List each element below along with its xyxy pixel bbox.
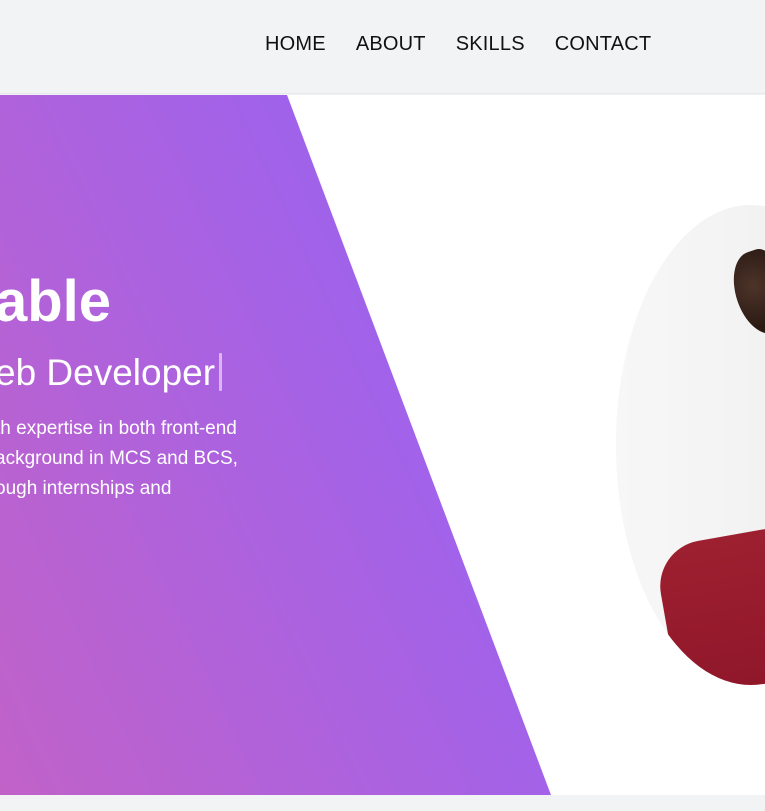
hero-copy: able eb Developer th expertise in both f… bbox=[0, 95, 520, 795]
nav-home-link[interactable]: HOME bbox=[265, 33, 326, 56]
profile-photo bbox=[616, 205, 765, 685]
hero-description: th expertise in both front-end ackground… bbox=[0, 414, 265, 504]
typing-cursor bbox=[219, 353, 223, 391]
hero-description-line: ackground in MCS and BCS, bbox=[0, 448, 238, 469]
hero-role-text: eb Developer bbox=[0, 351, 216, 393]
hero-description-line: th expertise in both front-end bbox=[0, 418, 237, 439]
hero-description-line: ough internships and bbox=[0, 478, 172, 499]
hero-role: eb Developer bbox=[0, 351, 223, 393]
nav-about-link[interactable]: ABOUT bbox=[356, 33, 426, 56]
top-navigation: HOME ABOUT SKILLS CONTACT bbox=[0, 0, 765, 94]
hero-name: able bbox=[0, 269, 112, 334]
page-bottom-strip bbox=[0, 795, 765, 811]
nav-contact-link[interactable]: CONTACT bbox=[555, 33, 652, 56]
nav-skills-link[interactable]: SKILLS bbox=[456, 33, 525, 56]
main-nav: HOME ABOUT SKILLS CONTACT bbox=[265, 33, 651, 56]
portfolio-page: HOME ABOUT SKILLS CONTACT able eb Develo… bbox=[0, 0, 765, 811]
hero-section: able eb Developer th expertise in both f… bbox=[0, 95, 765, 795]
